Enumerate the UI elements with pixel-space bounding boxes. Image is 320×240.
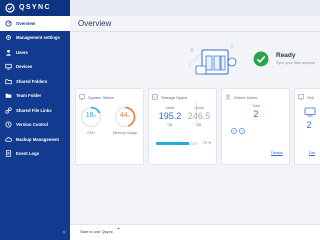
storage-percent: 79 %	[203, 141, 212, 145]
sidebar-item-event-logs[interactable]: Event Logs	[0, 147, 70, 162]
double-chevron-left-icon[interactable]: «	[60, 229, 68, 237]
sync-illustration-icon	[189, 44, 237, 75]
memory-number: 44	[119, 112, 128, 119]
sidebar-item-label: Management settings	[16, 35, 60, 41]
device-type-icons	[231, 128, 245, 134]
memory-value: 44%	[114, 112, 136, 119]
storage-title: Storage Space	[161, 94, 188, 100]
memory-label: Memory Usage	[112, 131, 138, 135]
online-users-total-label: Total	[252, 104, 260, 108]
sidebar-nav: Overview Management settings Users Devic…	[0, 16, 70, 161]
device-icon	[304, 107, 316, 117]
system-status-header: System Status	[79, 94, 114, 100]
sidebar-item-management-settings[interactable]: Management settings	[0, 31, 70, 46]
status-subtitle: Sync your files anywhe	[276, 61, 315, 65]
start-to-use-button[interactable]: Start to use Qsync	[80, 229, 113, 234]
log-icon	[5, 150, 12, 157]
sidebar-item-label: Shared Folders	[16, 78, 48, 84]
online-users-title: Online Users	[234, 94, 258, 100]
version-icon	[5, 121, 12, 128]
brand-bar: QSYNC	[0, 0, 70, 16]
sidebar-item-label: Users	[16, 49, 28, 55]
online-users-details-link[interactable]: Details	[271, 151, 283, 155]
status-title: Ready	[276, 52, 296, 59]
storage-progress-fill	[156, 142, 190, 145]
online-users-total: Total 2	[238, 104, 274, 119]
sidebar-item-backup-management[interactable]: Backup Management	[0, 132, 70, 147]
online-devices-value: 2	[306, 120, 312, 130]
sidebar-item-team-folder[interactable]: Team Folder	[0, 89, 70, 104]
divider	[70, 31, 320, 32]
storage-progress-bar	[156, 142, 198, 145]
sidebar-item-label: Event Logs	[16, 151, 40, 157]
online-users-header: Online Users	[225, 94, 257, 100]
cpu-unit: %	[93, 114, 97, 118]
sidebar-item-label: Team Folder	[16, 93, 42, 99]
sidebar-item-label: Backup Management	[16, 136, 59, 142]
sidebar-item-label: Overview	[16, 20, 36, 26]
cpu-label: CPU	[87, 131, 95, 135]
devices-icon	[5, 64, 12, 70]
top-bar	[70, 0, 320, 16]
users-icon	[225, 94, 231, 100]
storage-quota-label: Quota	[194, 106, 204, 110]
online-devices-details-link[interactable]: Det	[309, 151, 315, 155]
gauge-icon	[5, 20, 12, 27]
online-users-total-value: 2	[253, 109, 259, 119]
monitor-icon	[298, 94, 304, 100]
storage-quota-unit: GB	[196, 123, 202, 127]
sidebar-item-label: Version Control	[16, 122, 48, 128]
sidebar-item-overview[interactable]: Overview	[0, 16, 70, 31]
storage-quota-value: 246.5	[187, 111, 211, 121]
sidebar-item-label: Shared File Links	[16, 107, 52, 113]
settings-icon	[6, 35, 11, 41]
team-folder-icon	[5, 94, 12, 99]
system-status-title: System Status	[88, 94, 114, 100]
online-devices-header: Onli	[298, 94, 314, 100]
user-icon	[5, 49, 12, 56]
system-status-icon	[79, 94, 85, 100]
backup-icon	[5, 137, 12, 142]
storage-quota: Quota 246.5 GB	[181, 106, 217, 127]
link-icon	[5, 107, 12, 114]
sidebar-item-users[interactable]: Users	[0, 45, 70, 60]
memory-unit: %	[127, 114, 131, 118]
sidebar-item-devices[interactable]: Devices	[0, 60, 70, 75]
storage-icon	[152, 94, 158, 100]
folder-icon	[5, 79, 12, 84]
sidebar-item-version-control[interactable]: Version Control	[0, 118, 70, 133]
brand-name: QSYNC	[19, 4, 51, 11]
check-circle-icon	[253, 51, 269, 67]
storage-header: Storage Space	[152, 94, 187, 100]
chevron-up-icon[interactable]: ⌃	[116, 227, 121, 234]
sidebar-item-shared-file-links[interactable]: Shared File Links	[0, 103, 70, 118]
qsync-logo-icon	[5, 3, 15, 13]
page-title: Overview	[78, 19, 112, 28]
sidebar-item-label: Devices	[16, 64, 33, 70]
cpu-number: 18	[85, 112, 94, 119]
sidebar-item-shared-folders[interactable]: Shared Folders	[0, 74, 70, 89]
cpu-value: 18%	[80, 112, 102, 119]
online-devices-title: Onli	[307, 94, 315, 100]
